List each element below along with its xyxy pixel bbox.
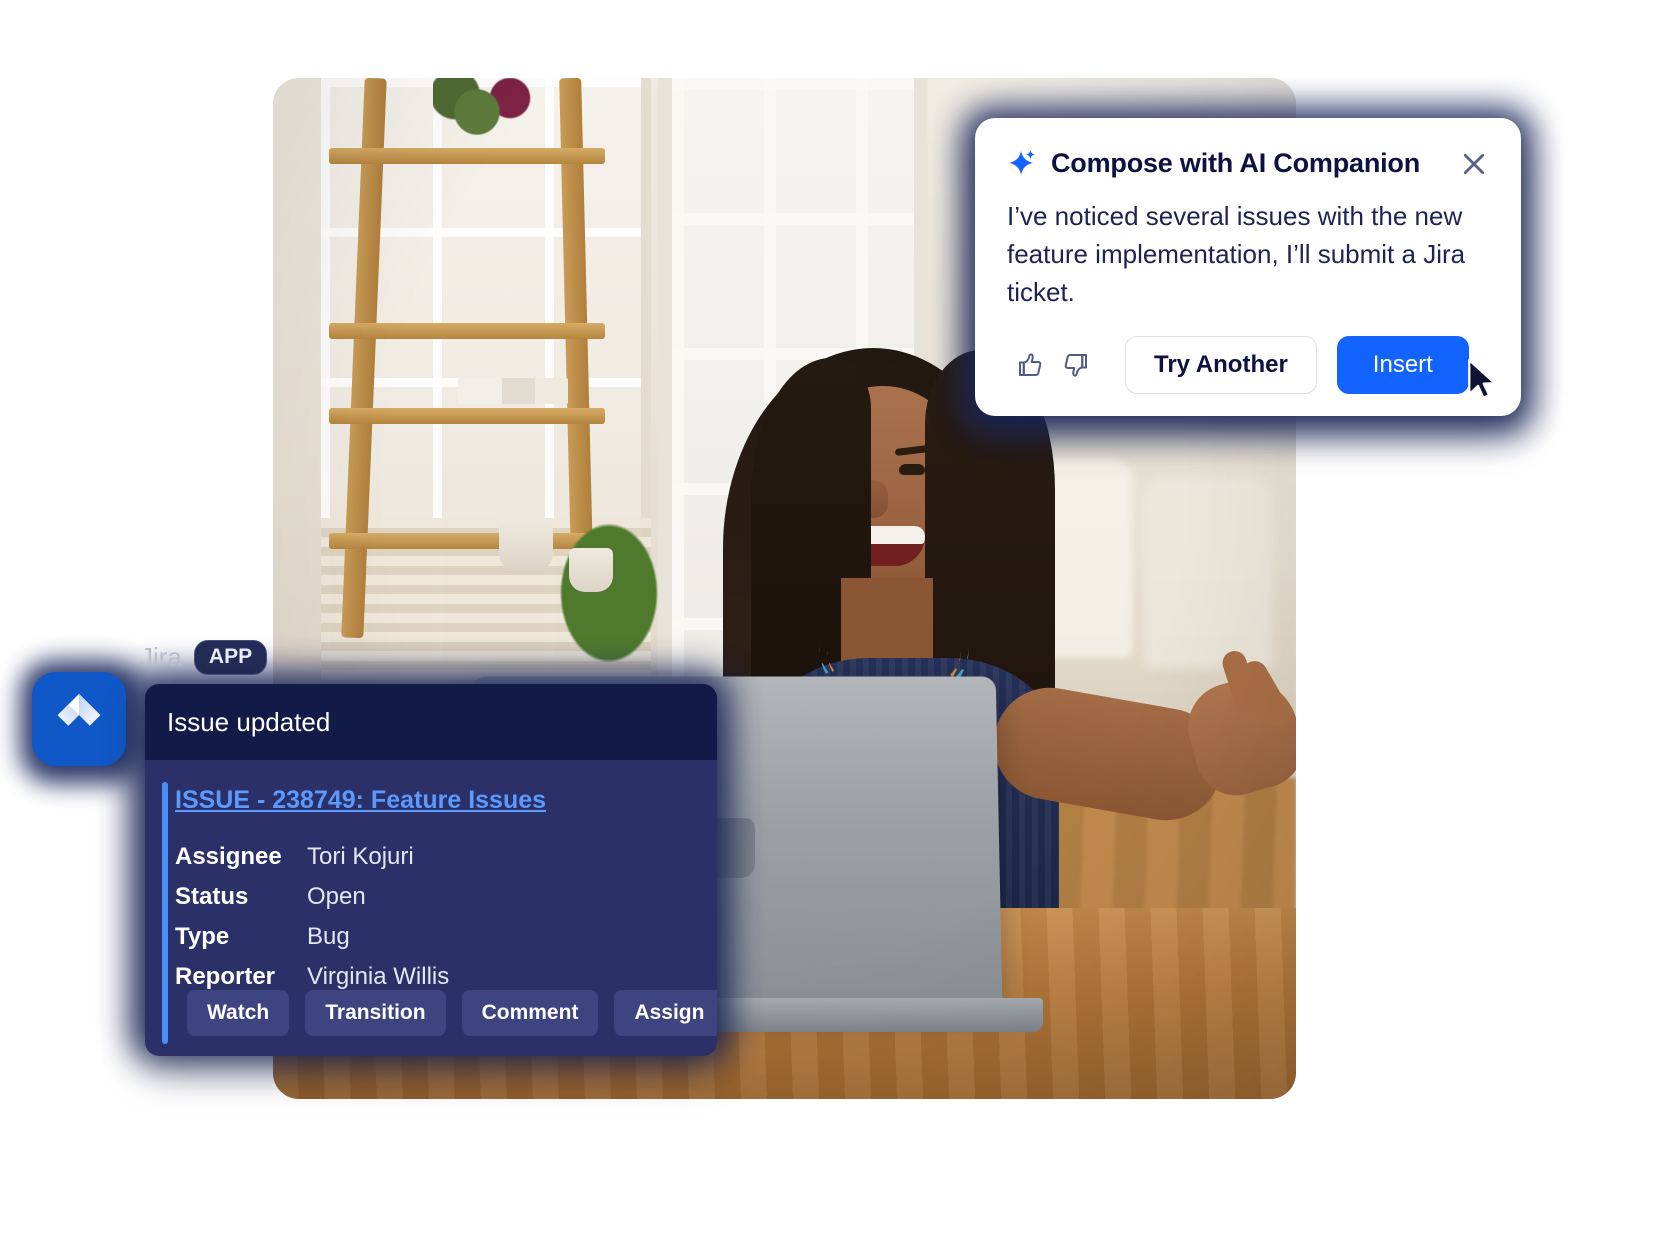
field-label-assignee: Assignee: [175, 843, 282, 870]
ai-card-title: Compose with AI Companion: [1051, 148, 1420, 178]
field-row: Status Open: [175, 883, 693, 911]
field-label-type: Type: [175, 923, 230, 950]
issue-link[interactable]: ISSUE - 238749: Feature Issues: [175, 786, 546, 814]
ai-card-actions: Try Another Insert: [1007, 336, 1469, 394]
thumbs-down-icon[interactable]: [1053, 342, 1099, 388]
ai-card-header: Compose with AI Companion: [1007, 148, 1489, 179]
transition-button[interactable]: Transition: [305, 990, 446, 1036]
jira-notification-card: Issue updated ISSUE - 238749: Feature Is…: [145, 684, 717, 1056]
jira-card-title: Issue updated: [167, 706, 331, 737]
issue-fields: Assignee Tori Kojuri Status Open Type Bu…: [175, 843, 693, 991]
ai-generated-message: I’ve noticed several issues with the new…: [1007, 201, 1466, 307]
field-label-reporter: Reporter: [175, 963, 276, 990]
jira-logo-icon: [32, 672, 126, 766]
comment-button[interactable]: Comment: [461, 990, 599, 1036]
jira-card-header: Issue updated: [145, 684, 717, 760]
assign-button[interactable]: Assign: [614, 990, 717, 1036]
field-row: Type Bug: [175, 923, 693, 951]
watch-button[interactable]: Watch: [187, 990, 290, 1036]
try-another-button[interactable]: Try Another: [1125, 336, 1317, 394]
field-row: Reporter Virginia Willis: [175, 963, 693, 991]
thumbs-up-icon[interactable]: [1007, 342, 1053, 388]
jira-card-body: ISSUE - 238749: Feature Issues Assignee …: [145, 760, 717, 1056]
jira-action-buttons: Watch Transition Comment Assign: [187, 990, 717, 1036]
accent-bar: [162, 782, 168, 1044]
jira-app-label: Jira APP: [140, 640, 268, 675]
field-row: Assignee Tori Kojuri: [175, 843, 693, 871]
close-icon[interactable]: [1459, 149, 1489, 179]
field-label-status: Status: [175, 883, 249, 910]
screenshot-root: Compose with AI Companion I’ve noticed s…: [0, 0, 1654, 1240]
field-value-type: Bug: [307, 923, 350, 950]
field-value-assignee: Tori Kojuri: [307, 843, 414, 870]
field-value-status: Open: [307, 883, 366, 910]
sparkle-icon: [1007, 149, 1037, 179]
ai-companion-card: Compose with AI Companion I’ve noticed s…: [975, 118, 1521, 416]
field-value-reporter: Virginia Willis: [307, 963, 450, 990]
app-badge: APP: [193, 640, 268, 675]
insert-button[interactable]: Insert: [1336, 336, 1469, 394]
jira-app-name: Jira: [140, 642, 182, 672]
